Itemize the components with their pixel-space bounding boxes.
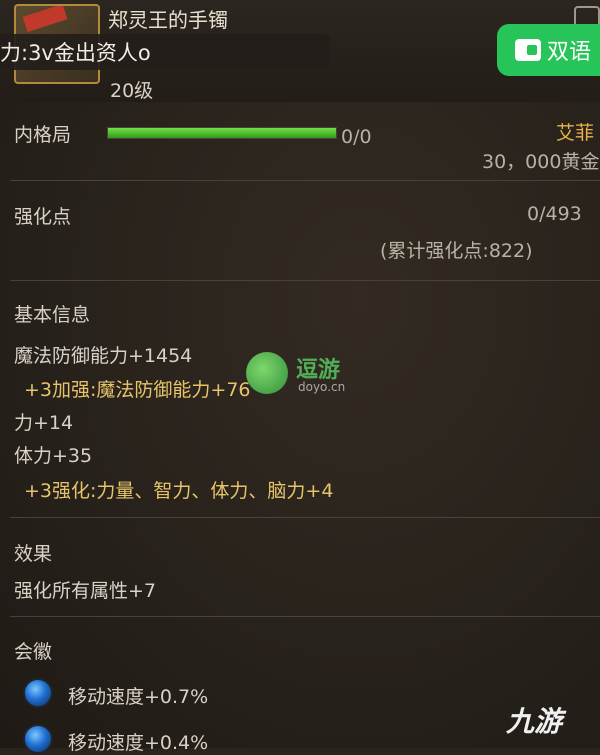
translate-label: 双语 bbox=[547, 40, 592, 65]
translate-icon bbox=[515, 39, 541, 61]
stat-line: 魔法防御能力+1454 bbox=[14, 345, 193, 367]
stat-bonus-line: +3强化:力量、智力、体力、脑力+4 bbox=[24, 480, 334, 502]
nineyou-watermark-text: 九游 bbox=[506, 705, 563, 738]
enhance-cumulative: (累计强化点:822) bbox=[380, 240, 533, 262]
effect-title: 效果 bbox=[14, 543, 53, 565]
divider bbox=[10, 180, 600, 181]
inner-pattern-progress-text: 0/0 bbox=[341, 126, 372, 148]
enhance-value: 0/493 bbox=[527, 203, 582, 225]
item-level: 20级 bbox=[110, 80, 154, 102]
translate-button[interactable]: 双语 bbox=[497, 24, 600, 76]
ad-overlay-banner[interactable]: 力:3v金出资人o bbox=[0, 34, 330, 70]
item-name: 郑灵王的手镯 bbox=[108, 8, 228, 32]
enhance-label: 强化点 bbox=[14, 206, 72, 228]
inner-pattern-progress-bar bbox=[107, 127, 337, 139]
nineyou-watermark: 九游 bbox=[506, 700, 562, 740]
emblem-item: 移动速度+0.4% bbox=[68, 732, 209, 754]
divider bbox=[10, 280, 600, 281]
enhance-ribbon-icon bbox=[22, 6, 68, 33]
emblem-item: 移动速度+0.7% bbox=[68, 686, 209, 708]
doyo-logo-icon bbox=[246, 352, 288, 394]
stat-line: 力+14 bbox=[14, 412, 74, 434]
ad-overlay-text: 力:3v金出资人o bbox=[0, 41, 151, 65]
item-tooltip-panel: 郑灵王的手镯 20级 力:3v金出资人o 双语 内格局 0/0 艾菲 30，00… bbox=[0, 0, 600, 754]
merchant-price: 30，000黄金 bbox=[482, 151, 600, 173]
inner-pattern-label: 内格局 bbox=[14, 124, 72, 146]
blue-gem-icon bbox=[23, 678, 53, 708]
merchant-name: 艾菲 bbox=[556, 122, 595, 144]
doyo-watermark: 逗游 doyo.cn bbox=[246, 350, 356, 400]
stat-line: 体力+35 bbox=[14, 445, 93, 467]
basic-info-title: 基本信息 bbox=[14, 304, 91, 326]
effect-text: 强化所有属性+7 bbox=[14, 580, 157, 602]
divider bbox=[10, 517, 600, 518]
doyo-watermark-sub: doyo.cn bbox=[298, 380, 346, 394]
blue-gem-icon bbox=[23, 724, 53, 754]
inner-pattern-progress-fill bbox=[108, 128, 336, 138]
divider bbox=[10, 616, 600, 617]
emblem-title: 会徽 bbox=[14, 641, 53, 663]
stat-bonus-line: +3加强:魔法防御能力+76 bbox=[24, 379, 251, 401]
